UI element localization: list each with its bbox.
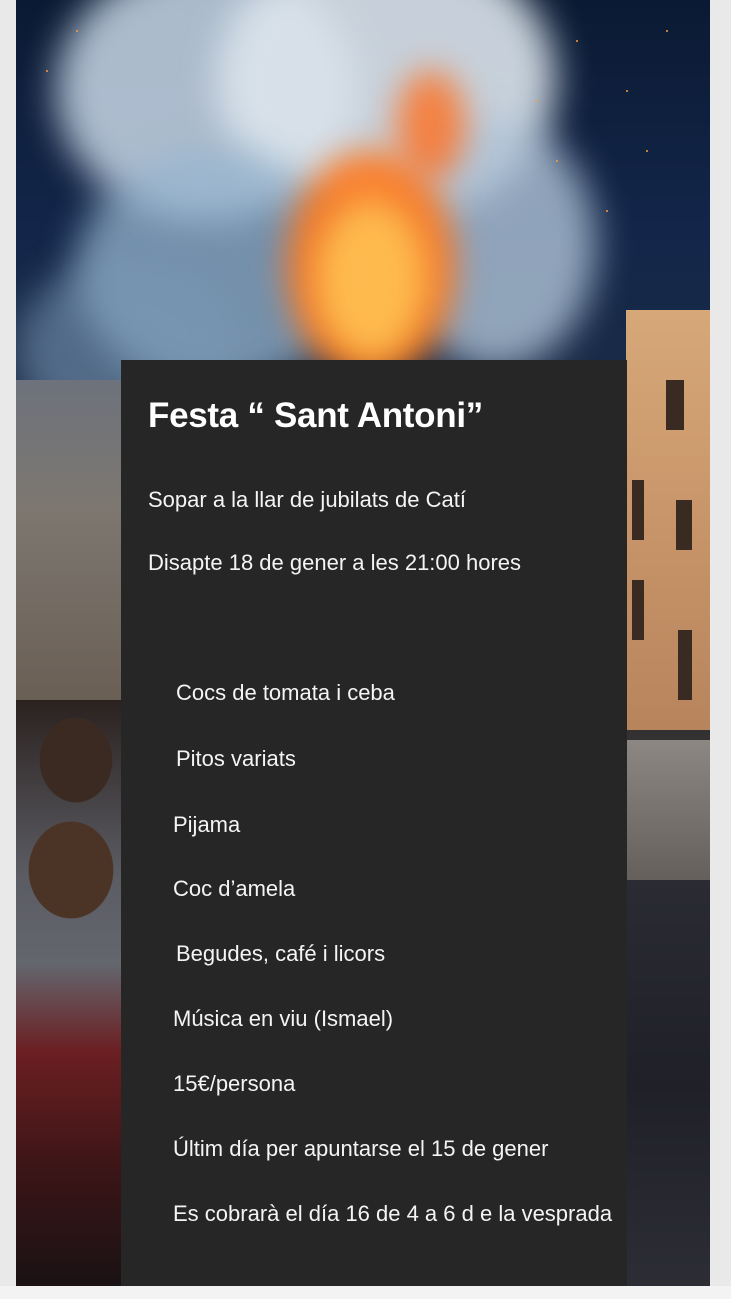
spark xyxy=(46,70,48,72)
menu-item: Música en viu (Ismael) xyxy=(173,1006,394,1031)
building-window xyxy=(666,380,684,430)
price: 15€/persona xyxy=(173,1071,296,1096)
menu-item: Pijama xyxy=(173,812,241,837)
crowd-left xyxy=(16,700,136,1286)
menu-item: Coc d’amela xyxy=(173,876,296,901)
building-window xyxy=(632,480,644,540)
event-info-panel: Festa “ Sant Antoni” Sopar a la llar de … xyxy=(121,360,627,1286)
event-title: Festa “ Sant Antoni” xyxy=(148,396,483,435)
menu-item: Cocs de tomata i ceba xyxy=(176,680,395,705)
spark xyxy=(556,160,558,162)
payment-info: Es cobrarà el día 16 de 4 a 6 d e la ves… xyxy=(173,1201,613,1226)
spark xyxy=(606,210,608,212)
spark xyxy=(626,90,628,92)
menu-item: Pitos variats xyxy=(176,746,296,771)
building-facade xyxy=(626,310,710,730)
crowd-right xyxy=(626,880,710,1286)
bottom-strip xyxy=(0,1286,731,1299)
building-window xyxy=(678,630,692,700)
spark xyxy=(576,40,578,42)
fire-glow xyxy=(316,200,426,360)
poster-page: Festa “ Sant Antoni” Sopar a la llar de … xyxy=(0,0,731,1299)
fire-glow xyxy=(396,70,466,180)
spark xyxy=(646,150,648,152)
menu-item: Begudes, café i licors xyxy=(176,941,386,966)
signup-deadline: Últim día per apuntarse el 15 de gener xyxy=(173,1136,549,1161)
spark xyxy=(536,100,538,102)
event-subtitle: Sopar a la llar de jubilats de Catí xyxy=(148,487,466,512)
event-date: Disapte 18 de gener a les 21:00 hores xyxy=(148,550,522,575)
building-window xyxy=(676,500,692,550)
street xyxy=(626,740,710,900)
spark xyxy=(666,30,668,32)
building-window xyxy=(632,580,644,640)
spark xyxy=(76,30,78,32)
